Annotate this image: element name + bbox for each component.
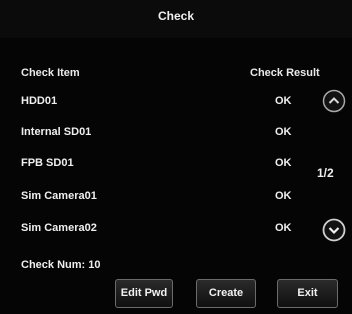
scroll-up-button[interactable] (322, 89, 346, 113)
column-header-check-item: Check Item (21, 67, 80, 79)
check-item-result: OK (275, 190, 292, 202)
dialog-title: Check (157, 9, 195, 23)
check-dialog: Check Check Item Check Result HDD01 OK I… (0, 0, 352, 314)
check-item-result: OK (275, 157, 292, 169)
table-row[interactable]: Sim Camera01 OK (0, 186, 352, 210)
check-item-name: HDD01 (21, 95, 58, 107)
check-num-label: Check Num: 10 (21, 259, 101, 271)
check-item-name: Sim Camera02 (21, 222, 97, 234)
check-item-name: FPB SD01 (21, 157, 74, 169)
table-row[interactable]: Sim Camera02 OK (0, 218, 352, 242)
exit-button[interactable]: Exit (277, 279, 338, 308)
check-item-result: OK (275, 126, 292, 138)
check-item-name: Sim Camera01 (21, 190, 97, 202)
title-bar: Check (0, 0, 352, 38)
check-item-result: OK (275, 222, 292, 234)
check-item-result: OK (275, 95, 292, 107)
chevron-up-icon (322, 89, 346, 113)
create-button[interactable]: Create (196, 279, 256, 308)
column-header-check-result: Check Result (250, 67, 320, 79)
check-item-name: Internal SD01 (21, 126, 92, 138)
table-row[interactable]: HDD01 OK (0, 91, 352, 115)
edit-pwd-button[interactable]: Edit Pwd (115, 279, 173, 308)
table-row[interactable]: FPB SD01 OK (0, 153, 352, 177)
table-row[interactable]: Internal SD01 OK (0, 122, 352, 146)
page-indicator: 1/2 (317, 166, 334, 180)
scroll-down-button[interactable] (322, 218, 346, 242)
chevron-down-icon (322, 218, 346, 242)
